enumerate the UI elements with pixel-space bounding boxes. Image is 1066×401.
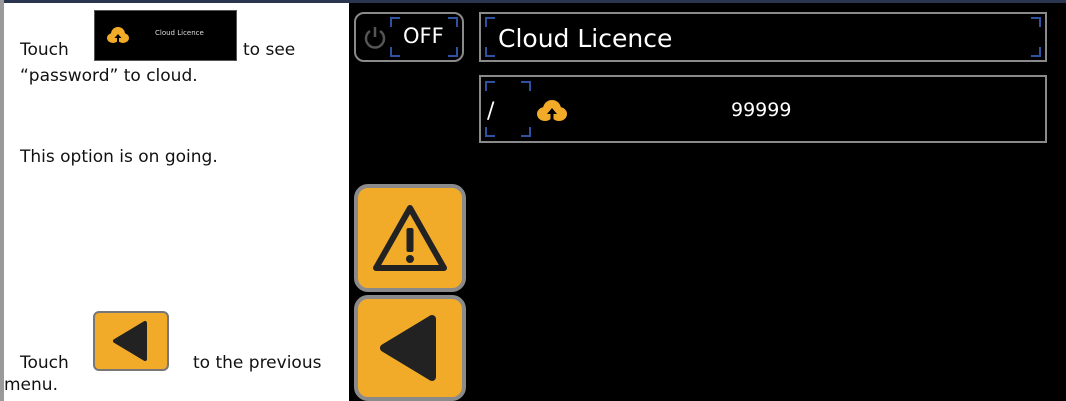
instruction-touch-2: Touch bbox=[20, 353, 69, 373]
power-off-button[interactable]: OFF bbox=[354, 12, 464, 62]
focus-bracket bbox=[485, 81, 495, 91]
focus-bracket bbox=[390, 47, 400, 57]
focus-bracket bbox=[485, 127, 495, 137]
focus-bracket bbox=[521, 81, 531, 91]
licence-value: 99999 bbox=[731, 99, 792, 121]
focus-bracket bbox=[390, 17, 400, 27]
focus-bracket bbox=[1031, 17, 1041, 27]
focus-bracket bbox=[448, 47, 458, 57]
page-title-box: Cloud Licence bbox=[479, 12, 1047, 62]
instruction-touch-1: Touch bbox=[20, 40, 69, 60]
thumbnail-label: Cloud Licence bbox=[155, 29, 204, 37]
focus-bracket bbox=[485, 17, 495, 27]
instruction-ongoing: This option is on going. bbox=[20, 147, 218, 167]
warning-button[interactable] bbox=[354, 184, 466, 292]
warning-icon bbox=[373, 205, 447, 271]
focus-bracket bbox=[485, 47, 495, 57]
back-button-thumbnail bbox=[93, 311, 169, 371]
cloud-upload-icon bbox=[107, 27, 129, 49]
left-rule bbox=[0, 0, 4, 401]
power-icon bbox=[362, 24, 388, 54]
cloud-licence-button-thumbnail: Cloud Licence bbox=[94, 10, 237, 61]
focus-bracket bbox=[1031, 47, 1041, 57]
instruction-see: to see bbox=[243, 40, 296, 60]
cloud-licence-row[interactable]: / 99999 bbox=[479, 75, 1047, 143]
instruction-password: “password” to cloud. bbox=[20, 66, 198, 86]
page-title: Cloud Licence bbox=[498, 24, 673, 53]
cloud-upload-icon bbox=[537, 99, 567, 127]
power-label: OFF bbox=[403, 24, 444, 48]
device-screen: OFF Cloud Licence / 99999 bbox=[349, 3, 1066, 401]
focus-bracket bbox=[448, 17, 458, 27]
focus-bracket bbox=[521, 127, 531, 137]
instruction-previous: to the previous bbox=[193, 353, 322, 373]
back-button[interactable] bbox=[354, 295, 466, 401]
back-arrow-icon bbox=[113, 321, 147, 361]
instruction-menu: menu. bbox=[4, 375, 58, 395]
back-arrow-icon bbox=[380, 315, 436, 381]
row-prefix: / bbox=[487, 99, 495, 124]
